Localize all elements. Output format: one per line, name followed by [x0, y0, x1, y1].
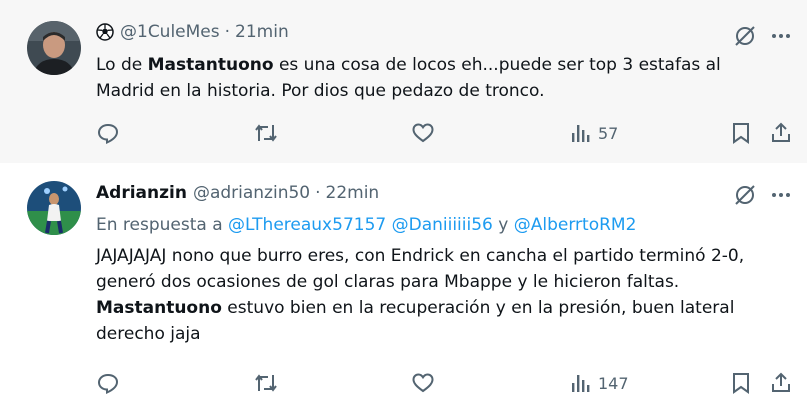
timestamp[interactable]: 22min: [326, 183, 380, 203]
separator: ·: [315, 183, 321, 203]
tweet-header: @1CuleMes · 21min: [96, 22, 289, 42]
avatar[interactable]: [27, 21, 81, 75]
separator: ·: [224, 22, 231, 42]
mention-link[interactable]: @Daniiiiii56: [392, 215, 493, 235]
bookmark-icon: [733, 123, 749, 144]
user-handle[interactable]: @1CuleMes: [120, 22, 220, 42]
soccer-ball-icon: [96, 23, 114, 41]
user-handle[interactable]: @adrianzin50: [193, 183, 310, 203]
tweet-1[interactable]: @1CuleMes · 21min Lo de Mastantuono es u…: [0, 0, 807, 163]
tweet-text-bold: Mastantuono: [147, 55, 274, 75]
reply-prefix: En respuesta a: [96, 215, 223, 235]
like-button[interactable]: [411, 371, 435, 395]
more-icon[interactable]: [769, 183, 793, 211]
like-button[interactable]: [411, 121, 435, 145]
tweet-text-bold: Mastantuono: [96, 298, 222, 318]
share-button[interactable]: [770, 371, 792, 395]
tweet-text-line: JAJAJAJAJ nono que burro eres, con Endri…: [96, 246, 745, 292]
user-name[interactable]: Adrianzin: [96, 183, 187, 203]
tweet-2[interactable]: Adrianzin @adrianzin50 · 22min En respue…: [0, 163, 807, 409]
grok-icon[interactable]: [733, 183, 757, 211]
reply-icon: [97, 123, 119, 145]
heart-icon: [412, 123, 434, 143]
mention-link[interactable]: @AlberrtoRM2: [514, 215, 637, 235]
tweet-text: JAJAJAJAJ nono que burro eres, con Endri…: [96, 243, 786, 347]
bookmark-button[interactable]: [730, 121, 752, 145]
more-icon[interactable]: [769, 24, 793, 52]
retweet-icon: [255, 374, 277, 392]
share-icon: [772, 122, 790, 142]
reply-icon: [97, 373, 119, 395]
grok-icon[interactable]: [733, 24, 757, 52]
avatar[interactable]: [27, 181, 81, 235]
heart-icon: [412, 373, 434, 393]
tweet-header: Adrianzin @adrianzin50 · 22min: [96, 183, 379, 203]
bookmark-button[interactable]: [730, 371, 752, 395]
reply-connector: y: [498, 215, 509, 235]
reply-button[interactable]: [96, 371, 120, 395]
reply-context: En respuesta a @LThereaux57157 @Daniiiii…: [96, 215, 636, 235]
views-button[interactable]: 57: [570, 121, 618, 145]
timestamp[interactable]: 21min: [235, 22, 289, 42]
share-icon: [772, 372, 790, 392]
views-button[interactable]: 147: [570, 371, 629, 395]
share-button[interactable]: [770, 121, 792, 145]
mention-link[interactable]: @LThereaux57157: [228, 215, 386, 235]
bookmark-icon: [733, 373, 749, 394]
views-count: 147: [598, 373, 629, 393]
retweet-button[interactable]: [253, 371, 279, 395]
retweet-icon: [255, 124, 277, 142]
reply-button[interactable]: [96, 121, 120, 145]
views-icon: [572, 125, 590, 142]
views-count: 57: [598, 123, 619, 143]
views-icon: [572, 375, 590, 392]
tweet-text: Lo de Mastantuono es una cosa de locos e…: [96, 52, 776, 104]
retweet-button[interactable]: [253, 121, 279, 145]
tweet-text-part: Lo de: [96, 55, 148, 75]
